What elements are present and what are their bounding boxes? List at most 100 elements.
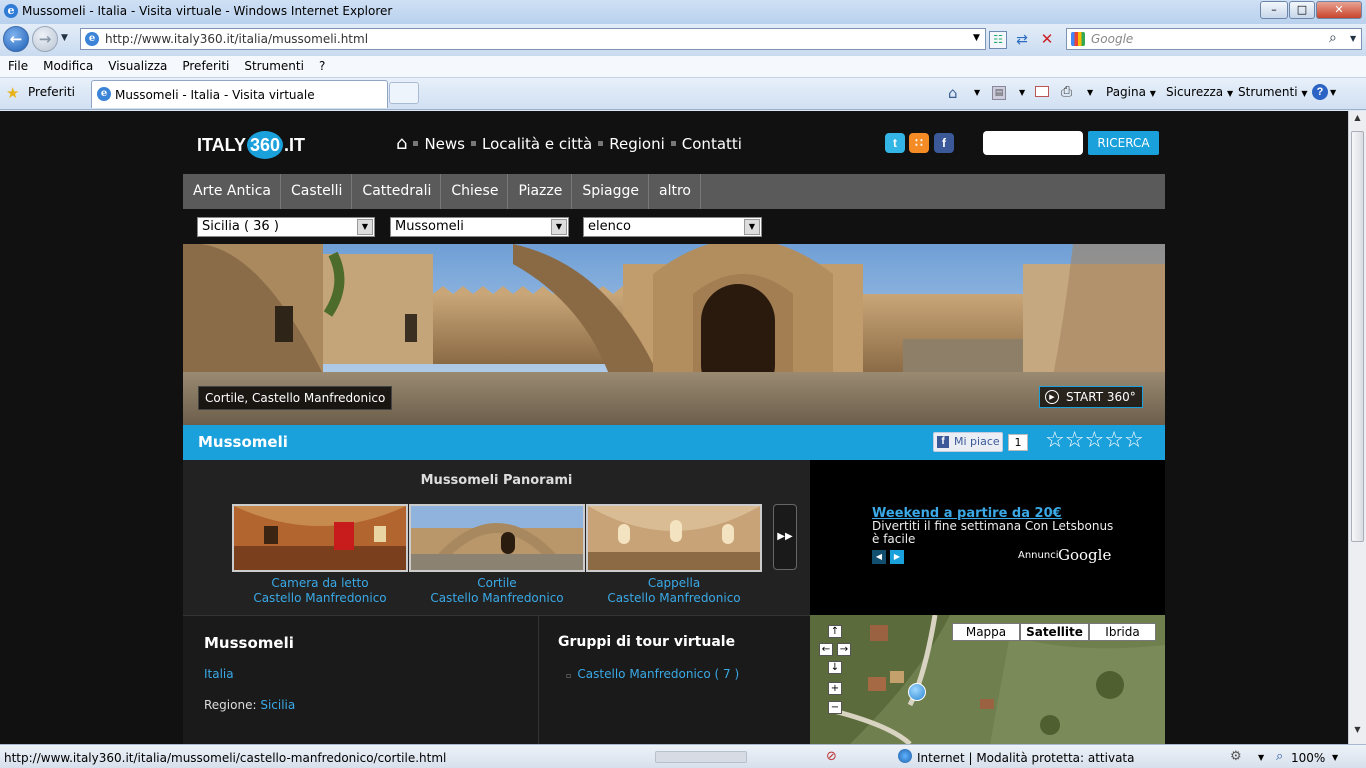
cat-piazze[interactable]: Piazze [508,174,573,209]
home-icon[interactable]: ⌂ [948,84,958,102]
rating-star-icon[interactable]: ☆ [1065,428,1085,453]
region-select[interactable]: Sicilia ( 36 ) ▼ [197,217,375,237]
strumenti-menu[interactable]: Strumenti ▼ [1238,85,1308,99]
cat-spiagge[interactable]: Spiagge [572,174,649,209]
facebook-like-button[interactable]: f Mi piace [933,432,1003,452]
site-search-input[interactable] [983,131,1083,155]
view-select[interactable]: elenco ▼ [583,217,762,237]
rating-star-icon[interactable]: ☆ [1104,428,1124,453]
protected-mode-icon[interactable]: ⚙ [1230,749,1242,764]
pan-down-icon[interactable]: ↓ [828,661,842,674]
thumb-cortile[interactable] [409,504,585,572]
rss-icon[interactable]: ∷ [909,133,929,153]
scroll-up-icon[interactable]: ▲ [1351,113,1364,127]
cat-castelli[interactable]: Castelli [281,174,353,209]
info-country-link[interactable]: Italia [204,667,234,681]
history-dropdown-icon[interactable]: ▼ [61,33,68,43]
close-window-button[interactable]: ✕ [1316,1,1362,19]
site-logo[interactable]: ITALY 360 .IT [197,131,305,159]
map-type-mappa[interactable]: Mappa [952,623,1020,641]
rating-stars[interactable]: ☆☆☆☆☆ [1045,429,1144,453]
favorites-button[interactable]: Preferiti [28,85,75,99]
rating-star-icon[interactable]: ☆ [1045,428,1065,453]
pan-up-icon[interactable]: ↑ [828,625,842,638]
print-dropdown-icon[interactable]: ▼ [1087,88,1093,97]
ad-prev-button[interactable]: ◀ [872,550,886,564]
cat-altro[interactable]: altro [649,174,701,209]
menu-modifica[interactable]: Modifica [35,56,100,73]
gruppi-item[interactable]: ▫ Castello Manfredonico ( 7 ) [566,667,739,681]
info-region-link[interactable]: Sicilia [260,698,295,712]
mail-icon[interactable] [1035,86,1049,97]
ad-annunci-label[interactable]: Annunci [1018,550,1058,561]
nav-localita[interactable]: Località e città [482,135,592,153]
map-type-ibrida[interactable]: Ibrida [1089,623,1156,641]
thumb-caption[interactable]: Camera da letto Castello Manfredonico [232,576,408,606]
ricerca-button[interactable]: RICERCA [1088,131,1159,155]
zoom-level[interactable]: 100% [1291,751,1325,765]
menu-visualizza[interactable]: Visualizza [100,56,174,73]
status-zone[interactable]: Internet | Modalità protetta: attivata [917,751,1134,765]
help-icon[interactable]: ? [1312,84,1328,100]
zoom-dropdown-icon[interactable]: ▼ [1332,753,1338,762]
menu-strumenti[interactable]: Strumenti [236,56,311,73]
tab-active[interactable]: e Mussomeli - Italia - Visita virtuale [91,80,388,108]
hero-panorama[interactable]: Cortile, Castello Manfredonico ▶ START 3… [183,244,1165,425]
map-type-satellite[interactable]: Satellite [1020,623,1089,641]
minimize-button[interactable]: – [1260,1,1288,19]
scroll-thumb[interactable] [1351,131,1364,542]
next-panorami-button[interactable]: ▶▶ [773,504,797,570]
menu-file[interactable]: File [0,56,35,73]
cat-chiese[interactable]: Chiese [441,174,509,209]
address-dropdown-icon[interactable]: ▼ [973,33,980,43]
zoom-out-icon[interactable]: − [828,701,842,714]
nav-contatti[interactable]: Contatti [682,135,742,153]
back-button[interactable]: ← [3,26,29,52]
twitter-icon[interactable]: t [885,133,905,153]
new-tab-button[interactable] [389,82,419,104]
menu-preferiti[interactable]: Preferiti [174,56,236,73]
nav-news[interactable]: News [424,135,465,153]
pan-right-icon[interactable]: → [837,643,851,656]
address-field[interactable]: e http://www.italy360.it/italia/mussomel… [80,28,986,50]
facebook-icon[interactable]: f [934,133,954,153]
compatibility-view-icon[interactable]: ☷ [989,31,1007,49]
cat-arte-antica[interactable]: Arte Antica [183,174,281,209]
protected-dropdown-icon[interactable]: ▼ [1258,753,1264,762]
thumb-caption[interactable]: Cappella Castello Manfredonico [586,576,762,606]
search-dropdown-icon[interactable]: ▼ [1350,34,1356,43]
ad-next-button[interactable]: ▶ [890,550,904,564]
rating-star-icon[interactable]: ☆ [1084,428,1104,453]
home-dropdown-icon[interactable]: ▼ [974,88,980,97]
scroll-down-icon[interactable]: ▼ [1351,725,1364,739]
feeds-dropdown-icon[interactable]: ▼ [1019,88,1025,97]
thumb-camera-da-letto[interactable] [232,504,408,572]
pan-left-icon[interactable]: ← [819,643,833,656]
cat-cattedrali[interactable]: Cattedrali [352,174,442,209]
pagina-menu[interactable]: Pagina ▼ [1106,85,1156,99]
feeds-icon[interactable]: ▤ [992,86,1006,100]
map-marker-icon[interactable] [908,683,926,701]
nav-regioni[interactable]: Regioni [609,135,665,153]
print-icon[interactable]: ⎙ [1061,84,1072,100]
refresh-icon[interactable]: ⇄ [1013,31,1031,49]
rating-star-icon[interactable]: ☆ [1124,428,1144,453]
help-dropdown-icon[interactable]: ▼ [1330,88,1336,97]
zoom-in-icon[interactable]: + [828,682,842,695]
popup-blocker-icon[interactable]: ⊘ [826,749,837,764]
search-box[interactable]: Google ⌕ ▼ [1066,28,1362,50]
satellite-map[interactable]: Mappa Satellite Ibrida ↑ ← → ↓ + − [810,615,1165,744]
home-nav-icon[interactable]: ⌂ [396,133,407,154]
forward-button[interactable]: → [32,26,58,52]
maximize-button[interactable]: □ [1289,1,1315,19]
city-select[interactable]: Mussomeli ▼ [390,217,569,237]
sicurezza-menu[interactable]: Sicurezza ▼ [1166,85,1233,99]
thumb-cappella[interactable] [586,504,762,572]
ad-google-label[interactable]: Google [1058,546,1111,564]
menu-help[interactable]: ? [311,56,332,73]
search-icon[interactable]: ⌕ [1329,30,1337,46]
thumb-caption[interactable]: Cortile Castello Manfredonico [409,576,585,606]
stop-icon[interactable]: ✕ [1038,30,1056,48]
vertical-scrollbar[interactable]: ▲ ▼ [1348,111,1366,744]
start-360-button[interactable]: ▶ START 360° [1039,386,1143,408]
